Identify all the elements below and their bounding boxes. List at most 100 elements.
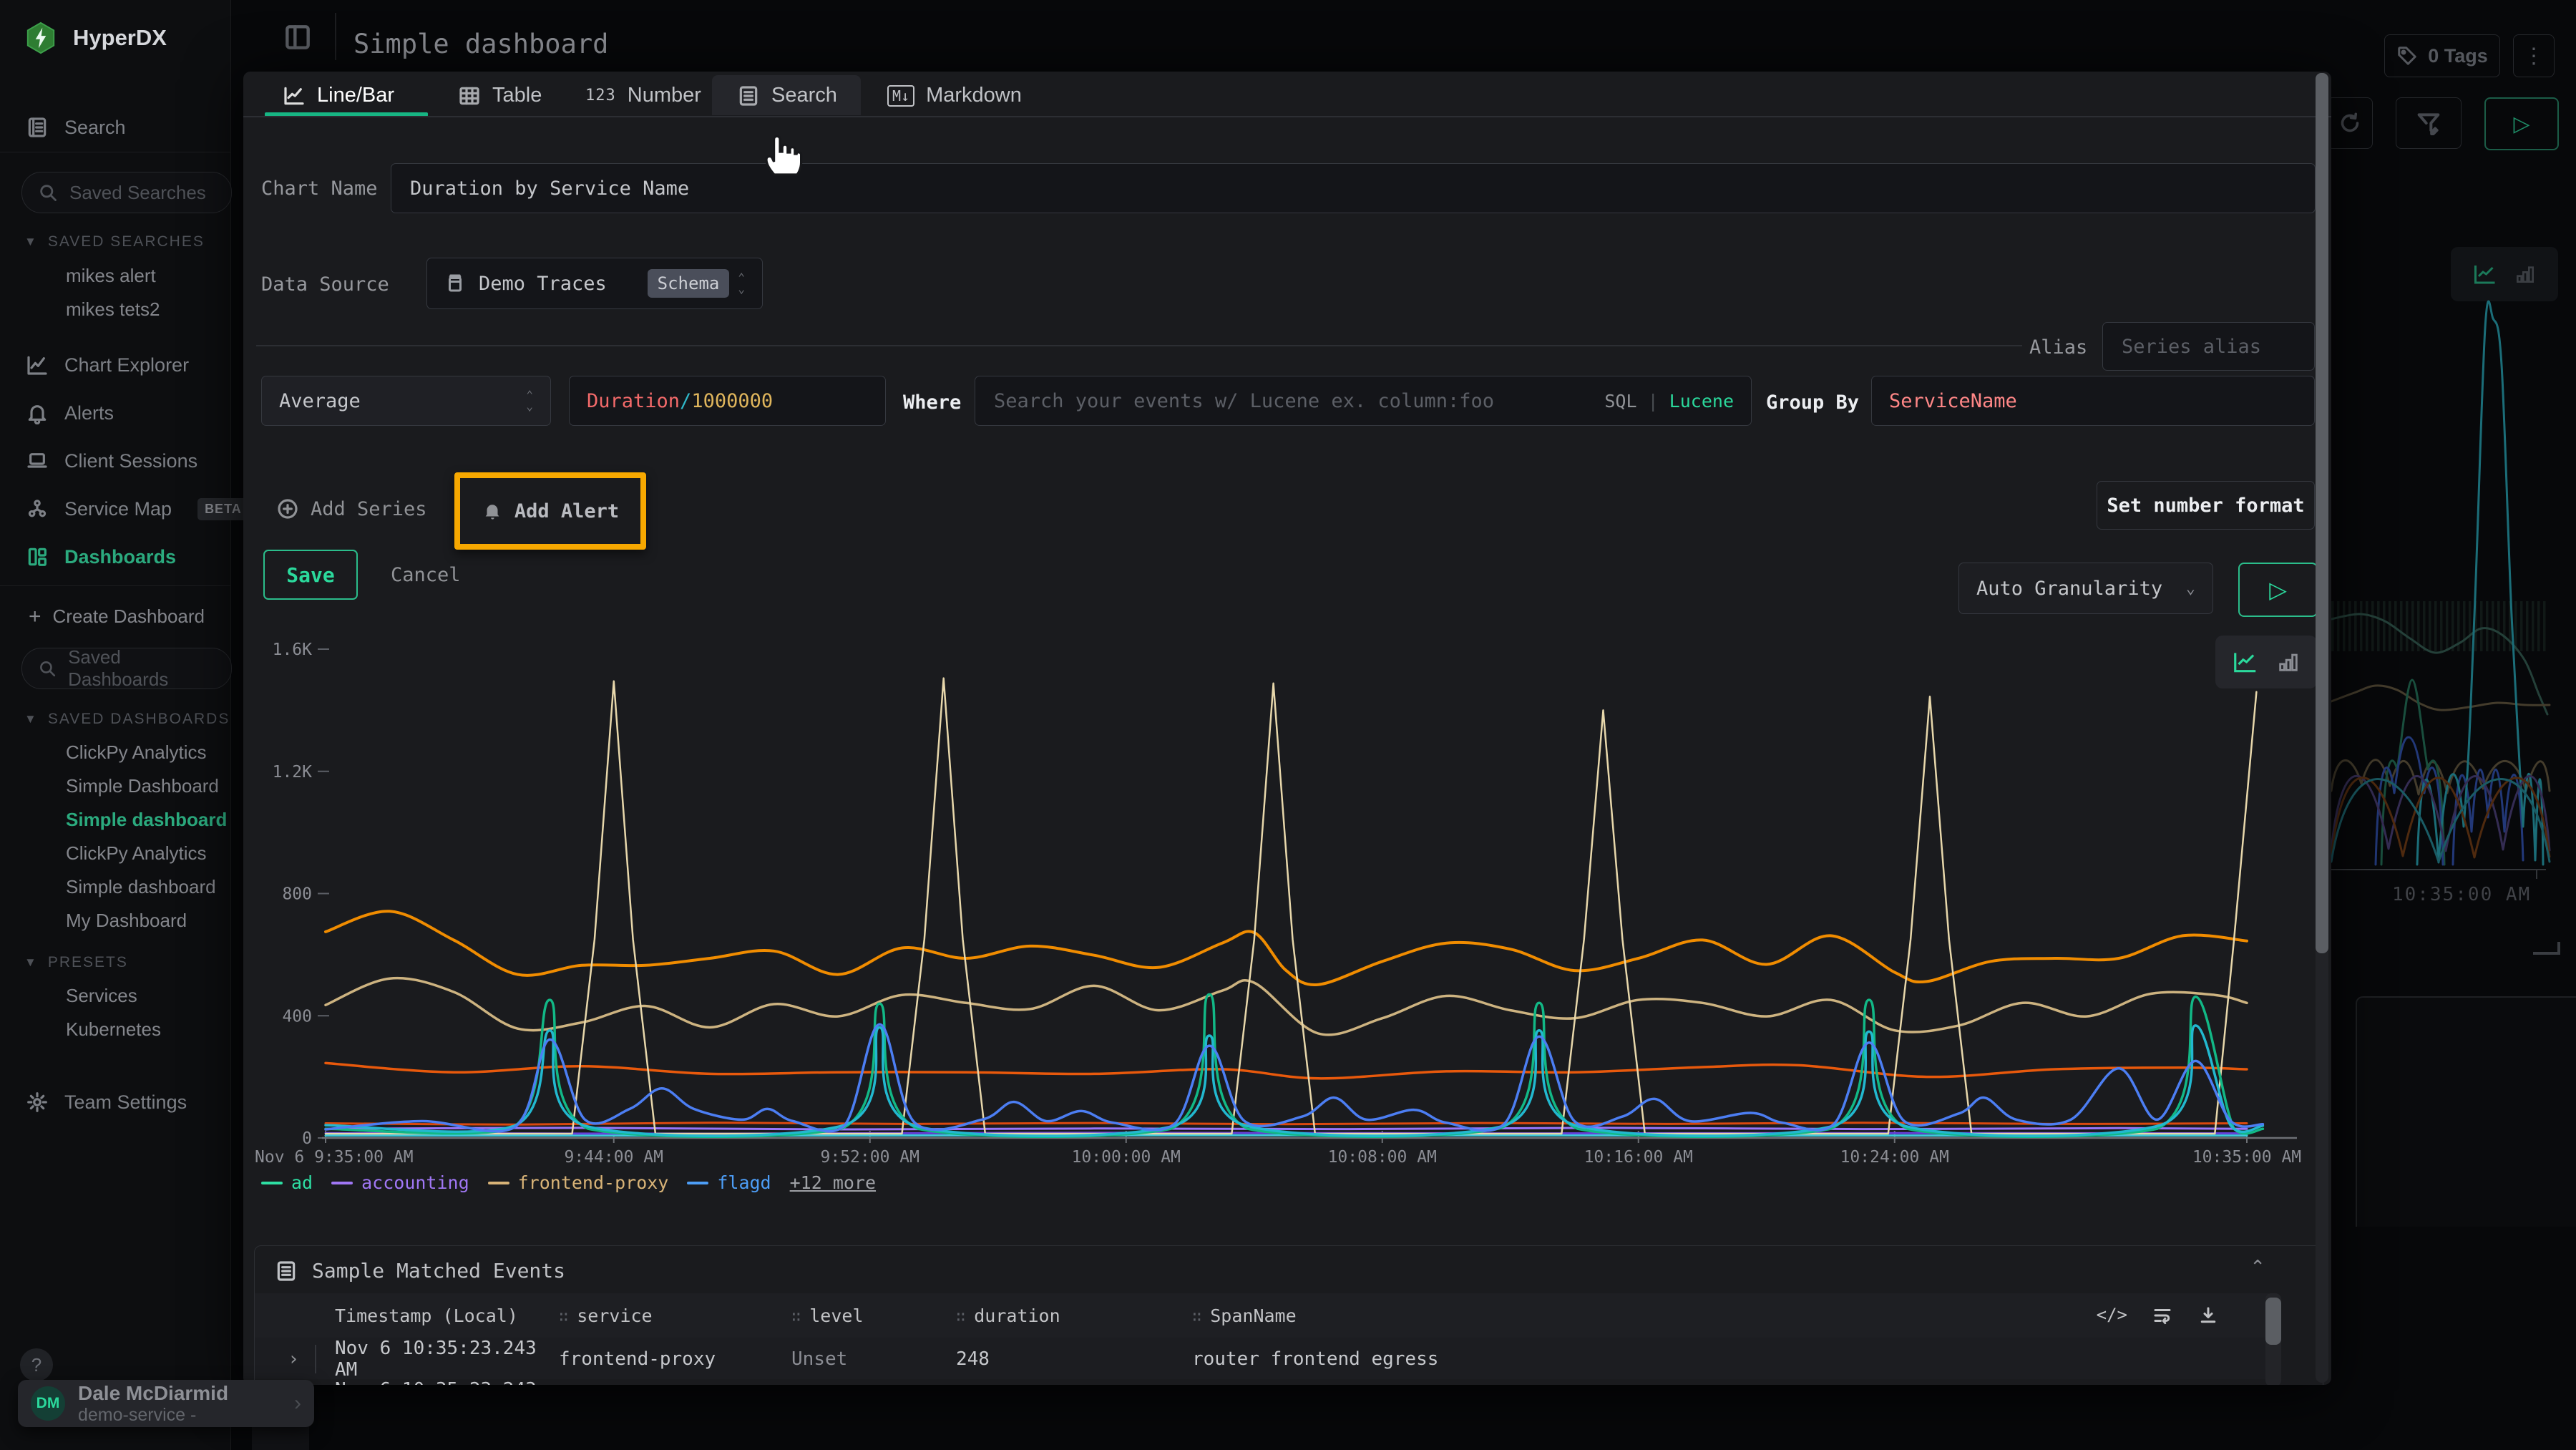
granularity-select[interactable]: Auto Granularity ⌄: [1958, 563, 2213, 614]
sidebar-item-service-map[interactable]: Service Map BETA: [0, 489, 256, 529]
tab-number[interactable]: 123 Number: [585, 76, 701, 115]
expand-row-icon[interactable]: ›: [288, 1348, 299, 1370]
series-divider: [256, 345, 2022, 346]
add-series-button[interactable]: Add Series: [272, 485, 431, 532]
cancel-button[interactable]: Cancel: [386, 551, 465, 598]
events-scrollbar-thumb[interactable]: [2265, 1298, 2281, 1345]
legend-item[interactable]: accounting: [331, 1172, 469, 1193]
table-icon: [458, 84, 481, 107]
sidebar-item-team-settings[interactable]: Team Settings: [0, 1082, 256, 1122]
section-label: SAVED DASHBOARDS: [48, 711, 230, 728]
modal-scrollbar-thumb[interactable]: [2316, 73, 2328, 953]
filter-edit-icon: [2414, 109, 2443, 137]
sidebar-item-chart-explorer[interactable]: Chart Explorer: [0, 345, 256, 385]
code-view-icon[interactable]: </>: [2097, 1305, 2127, 1326]
drag-handle-icon[interactable]: ∷: [956, 1308, 965, 1326]
tab-table[interactable]: Table: [458, 76, 542, 115]
legend-item[interactable]: frontend-proxy: [488, 1172, 669, 1193]
save-button[interactable]: Save: [263, 550, 358, 600]
column-header[interactable]: ∷level: [791, 1305, 956, 1326]
sidebar-item-label: Search: [64, 117, 126, 139]
run-query-button-behind[interactable]: ▷: [2484, 97, 2559, 150]
legend-item[interactable]: ad: [261, 1172, 313, 1193]
chart-name-label: Chart Name: [261, 177, 378, 200]
tab-search[interactable]: Search: [737, 76, 837, 115]
duration-chart[interactable]: 04008001.2K1.6KNov 6 9:35:00 AM9:44:00 A…: [243, 631, 2322, 1164]
tags-button[interactable]: 0 Tags: [2384, 34, 2500, 77]
sample-events-panel: Sample Matched Events ⌃ Timestamp (Local…: [254, 1245, 2323, 1385]
chart-name-value[interactable]: [409, 177, 2298, 200]
sidebar-item-label: Alerts: [64, 402, 114, 424]
alias-input[interactable]: [2102, 322, 2315, 371]
sidebar-item-alerts[interactable]: Alerts: [0, 393, 256, 433]
data-source-label: Data Source: [261, 273, 389, 296]
event-row[interactable]: › Nov 6 10:35:23.243 AM frontend-proxy U…: [255, 1338, 2269, 1379]
sidebar-item-client-sessions[interactable]: Client Sessions: [0, 441, 256, 481]
wrap-text-icon[interactable]: [2152, 1305, 2173, 1326]
modal-scrollbar[interactable]: [2316, 73, 2328, 1383]
where-input[interactable]: SQL | Lucene: [975, 376, 1752, 426]
cancel-label: Cancel: [391, 564, 461, 586]
beta-badge: BETA: [197, 498, 249, 520]
sql-toggle[interactable]: SQL: [1604, 391, 1636, 412]
column-header[interactable]: ∷SpanName </>: [1192, 1305, 2269, 1326]
run-chart-button[interactable]: ▷: [2238, 563, 2318, 617]
schema-badge[interactable]: Schema: [648, 269, 730, 298]
column-header[interactable]: ∷service: [559, 1305, 791, 1326]
aggregation-select[interactable]: Average ⌃⌄: [261, 376, 551, 426]
sidebar-item-dashboards[interactable]: Dashboards: [0, 537, 256, 577]
background-tile-below: [2356, 996, 2576, 1227]
sidebar: HyperDX Search Saved Searches ▼ SAVED SE…: [0, 0, 231, 1450]
sidebar-item-search[interactable]: Search: [0, 107, 256, 147]
data-source-value: Demo Traces: [479, 273, 607, 295]
background-dashboard-tile: 10:35:00 AM: [2331, 236, 2576, 1023]
legend-item[interactable]: flagd: [687, 1172, 771, 1193]
group-by-input[interactable]: ServiceName: [1871, 376, 2315, 426]
download-icon[interactable]: [2197, 1305, 2219, 1326]
dashboard-label: My Dashboard: [66, 910, 187, 932]
user-name: Dale McDiarmid: [78, 1382, 281, 1405]
drag-handle-icon[interactable]: ∷: [1192, 1308, 1201, 1326]
column-header[interactable]: Timestamp (Local): [326, 1305, 559, 1326]
hyperdx-logo-icon: [24, 21, 57, 54]
expression-input[interactable]: Duration/1000000: [569, 376, 886, 426]
help-button[interactable]: ?: [20, 1348, 53, 1381]
drag-handle-icon[interactable]: ∷: [559, 1308, 568, 1326]
saved-searches-input[interactable]: Saved Searches: [21, 172, 232, 213]
legend-more-link[interactable]: +12 more: [790, 1172, 876, 1193]
add-alert-label: Add Alert: [514, 500, 619, 522]
add-alert-button[interactable]: Add Alert: [477, 500, 623, 523]
tab-line-bar[interactable]: Line/Bar: [283, 76, 394, 115]
collapse-panel-button[interactable]: [282, 21, 321, 53]
saved-dashboards-input[interactable]: Saved Dashboards: [21, 648, 232, 689]
brand[interactable]: HyperDX: [24, 21, 167, 54]
tab-markdown[interactable]: M↓ Markdown: [887, 76, 1022, 115]
tab-label: Table: [492, 84, 542, 107]
lucene-toggle[interactable]: Lucene: [1669, 391, 1734, 412]
chart-name-input[interactable]: [391, 163, 2316, 213]
kebab-menu-button[interactable]: ⋮: [2513, 34, 2555, 77]
filter-button[interactable]: [2396, 97, 2462, 149]
drag-handle-icon[interactable]: ∷: [791, 1308, 801, 1326]
event-row[interactable]: › Nov 6 10:35:23.243 AM frontend-proxy U…: [255, 1379, 2269, 1385]
tile-resize-handle[interactable]: [2533, 942, 2560, 955]
data-source-select[interactable]: Demo Traces Schema ⌃⌄: [426, 258, 763, 309]
column-header[interactable]: ∷duration: [956, 1305, 1192, 1326]
saved-dashboards-header[interactable]: ▼ SAVED DASHBOARDS: [0, 705, 255, 734]
collapse-events-button[interactable]: ⌃: [2250, 1256, 2265, 1278]
svg-text:10:08:00 AM: 10:08:00 AM: [1328, 1148, 1437, 1164]
alias-placeholder[interactable]: [2120, 335, 2297, 359]
user-menu[interactable]: DM Dale McDiarmid demo-service - ›: [18, 1380, 314, 1427]
saved-searches-placeholder: Saved Searches: [69, 182, 206, 204]
saved-searches-header[interactable]: ▼ SAVED SEARCHES: [0, 228, 255, 256]
events-scrollbar[interactable]: [2265, 1293, 2281, 1385]
number-icon: 123: [585, 87, 616, 104]
refresh-button[interactable]: [2327, 97, 2373, 149]
presets-header[interactable]: ▼ PRESETS: [0, 948, 255, 977]
dashboards-icon: [26, 545, 49, 568]
event-service: frontend-proxy: [559, 1348, 791, 1370]
where-placeholder[interactable]: [992, 389, 1561, 413]
create-dashboard-button[interactable]: + Create Dashboard: [0, 600, 259, 633]
set-number-format-button[interactable]: Set number format: [2097, 481, 2315, 530]
search-doc-icon: [26, 116, 49, 139]
